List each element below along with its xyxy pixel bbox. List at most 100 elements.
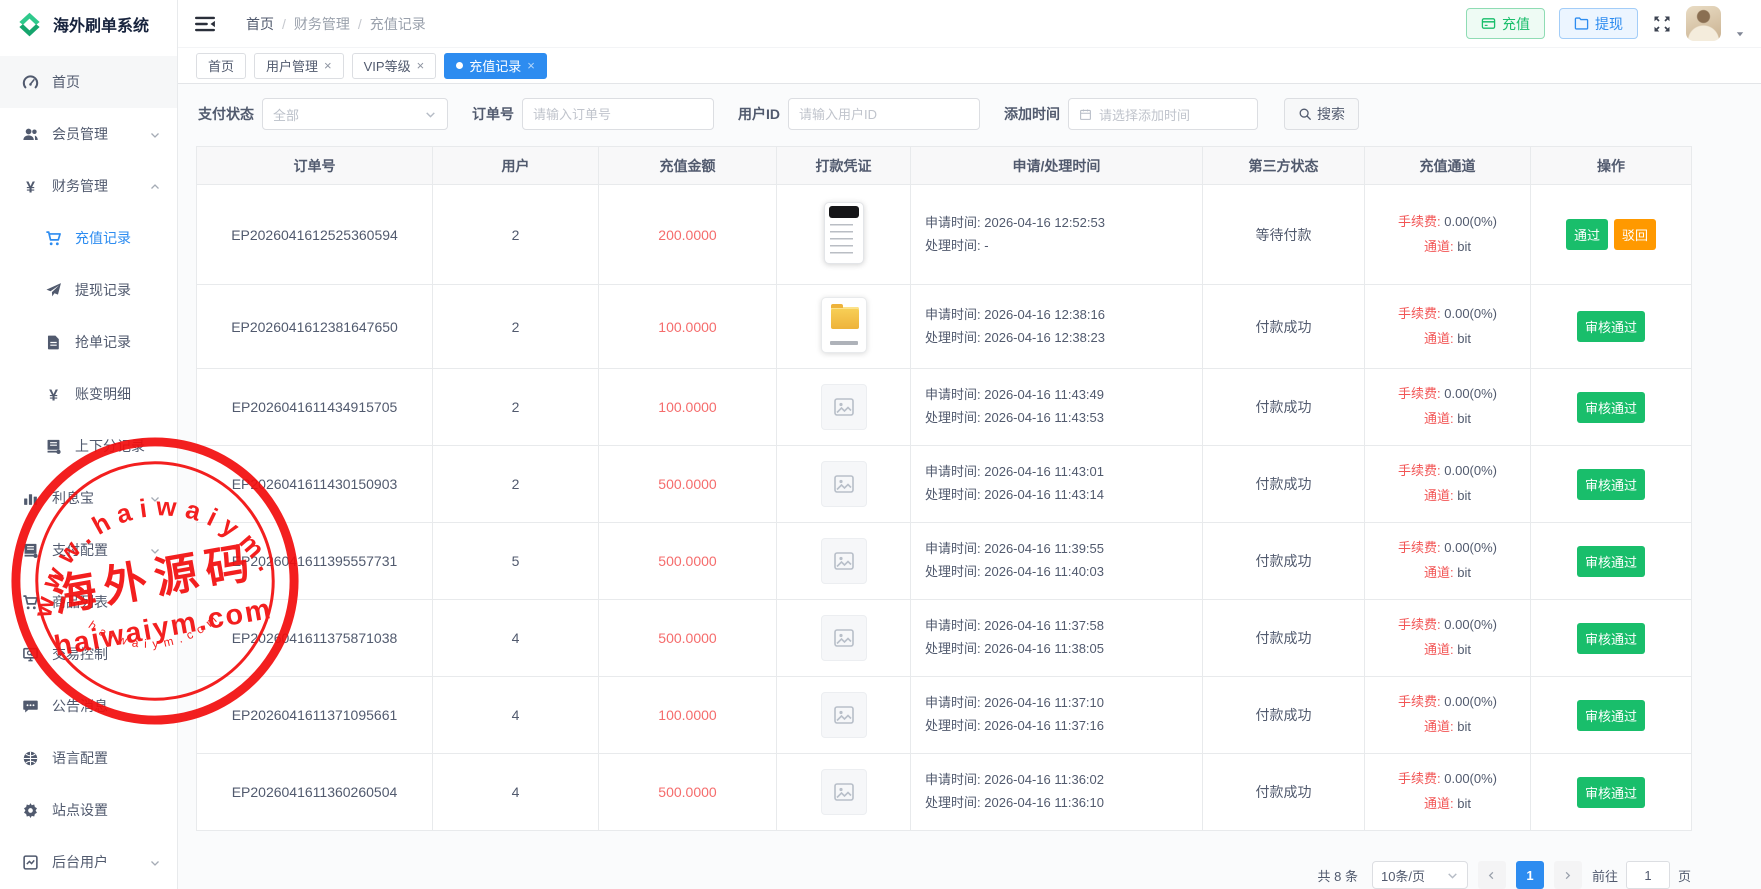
ledger-icon [45,438,62,455]
payment-voucher-thumbnail[interactable] [824,202,864,264]
sidebar-item-site-settings[interactable]: 站点设置 [0,784,177,836]
main-area: 首页 / 财务管理 / 充值记录 充值 提现 首页 [178,0,1761,889]
fee-value: 0.00(0%) [1444,540,1497,555]
apply-time: 2026-04-16 11:43:01 [984,464,1104,479]
sidebar-item-recharge-records[interactable]: 充值记录 [0,212,177,264]
folder-icon [1574,16,1589,31]
pay-status-select[interactable]: 全部 [262,98,448,130]
action-success-button[interactable]: 审核通过 [1577,700,1645,731]
sidebar-item-payment-config[interactable]: 支付配置 [0,524,177,576]
withdraw-button[interactable]: 提现 [1559,8,1638,39]
sidebar-item-trade-control[interactable]: 交易控制 [0,628,177,680]
action-success-button[interactable]: 审核通过 [1577,777,1645,808]
col-amount: 充值金额 [599,147,777,185]
recharge-table: 订单号 用户 充值金额 打款凭证 申请/处理时间 第三方状态 充值通道 操作 E… [178,142,1761,831]
svg-text:¥: ¥ [26,179,35,195]
globe-icon [22,750,39,767]
fullscreen-icon[interactable] [1652,14,1672,34]
third-party-status: 付款成功 [1256,553,1312,569]
chevron-up-icon [149,180,161,192]
action-success-button[interactable]: 审核通过 [1577,469,1645,500]
payment-voucher-thumbnail[interactable] [821,769,867,815]
recharge-amount: 100.0000 [658,707,716,723]
breadcrumb-finance[interactable]: 财务管理 [294,14,350,34]
tab-home[interactable]: 首页 [196,53,246,79]
payment-voucher-thumbnail[interactable] [821,538,867,584]
next-page-button[interactable] [1554,861,1582,889]
close-icon[interactable] [527,59,535,72]
sidebar-item-label: 后台用户 [52,852,108,872]
order-no: EP2026041611360260504 [232,784,398,800]
action-warning-button[interactable]: 驳回 [1614,219,1656,250]
channel-label: 通道: [1424,239,1454,254]
action-success-button[interactable]: 审核通过 [1577,623,1645,654]
chevron-down-icon [424,108,437,121]
sidebar-item-score-records[interactable]: 上下分记录 [0,420,177,472]
image-placeholder-icon [821,461,867,507]
gear-icon [22,802,39,819]
payment-voucher-thumbnail[interactable] [821,692,867,738]
payment-voucher-thumbnail[interactable] [821,615,867,661]
goto-page-input[interactable] [1626,861,1670,889]
action-success-button[interactable]: 审核通过 [1577,392,1645,423]
user-id-input[interactable] [799,107,969,122]
payment-voucher-thumbnail[interactable] [821,461,867,507]
action-success-button[interactable]: 审核通过 [1577,546,1645,577]
sidebar-item-balance-changes[interactable]: ¥ 账变明细 [0,368,177,420]
image-placeholder-icon [821,692,867,738]
logo[interactable]: 海外刷单系统 [0,0,177,48]
sidebar-item-finance[interactable]: ¥ 财务管理 [0,160,177,212]
calendar-icon [1079,108,1092,121]
recharge-amount: 500.0000 [658,476,716,492]
paper-plane-icon [45,282,62,299]
goto-label: 前往 [1592,866,1618,885]
order-no-input[interactable] [533,107,703,122]
sidebar-item-withdraw-records[interactable]: 提现记录 [0,264,177,316]
breadcrumb-home[interactable]: 首页 [246,14,274,34]
fee-label: 手续费: [1398,540,1441,555]
close-icon[interactable] [417,59,425,72]
action-success-button[interactable]: 通过 [1566,219,1608,250]
sidebar-item-home[interactable]: 首页 [0,56,177,108]
add-time-datepicker[interactable]: 请选择添加时间 [1068,98,1258,130]
sidebar-item-admin-users[interactable]: 后台用户 [0,836,177,888]
collapse-menu-icon[interactable] [194,13,216,35]
close-icon[interactable] [324,59,332,72]
folder-thumb [821,297,867,353]
monitor-icon [22,646,39,663]
recharge-amount: 100.0000 [658,399,716,415]
sidebar-item-product-list[interactable]: 商品列表 [0,576,177,628]
fee-label: 手续费: [1398,214,1441,229]
chevron-down-icon [149,492,161,504]
tab-user-management[interactable]: 用户管理 [254,53,344,79]
sidebar-item-label: 商品列表 [52,592,108,612]
recharge-button[interactable]: 充值 [1466,8,1545,39]
image-placeholder-icon [821,538,867,584]
tab-vip-level[interactable]: VIP等级 [352,53,437,79]
breadcrumb: 首页 / 财务管理 / 充值记录 [246,14,426,34]
order-no: EP2026041611430150903 [232,476,398,492]
sidebar-item-announcements[interactable]: 公告消息 [0,680,177,732]
prev-page-button[interactable] [1478,861,1506,889]
sidebar-item-order-grab-records[interactable]: 抢单记录 [0,316,177,368]
page-unit-label: 页 [1678,866,1691,885]
sidebar-item-members[interactable]: 会员管理 [0,108,177,160]
channel-value: bit [1457,488,1471,503]
phone-screenshot-thumb [824,202,864,264]
sidebar-item-interest-bao[interactable]: 利息宝 [0,472,177,524]
payment-voucher-thumbnail[interactable] [821,384,867,430]
process-time: 2026-04-16 11:36:10 [984,795,1104,810]
image-placeholder-icon [821,384,867,430]
avatar[interactable] [1686,6,1721,41]
action-success-button[interactable]: 审核通过 [1577,311,1645,342]
search-button[interactable]: 搜索 [1284,98,1359,130]
process-time: 2026-04-16 11:38:05 [984,641,1104,656]
fee-value: 0.00(0%) [1444,463,1497,478]
sidebar-item-language-config[interactable]: 语言配置 [0,732,177,784]
page-size-select[interactable]: 10条/页 [1372,861,1468,889]
payment-voucher-thumbnail[interactable] [821,297,867,353]
page-number-active[interactable]: 1 [1516,861,1544,889]
yen-icon: ¥ [22,178,39,195]
caret-down-icon[interactable] [1735,26,1745,36]
tab-recharge-records[interactable]: 充值记录 [444,53,547,79]
